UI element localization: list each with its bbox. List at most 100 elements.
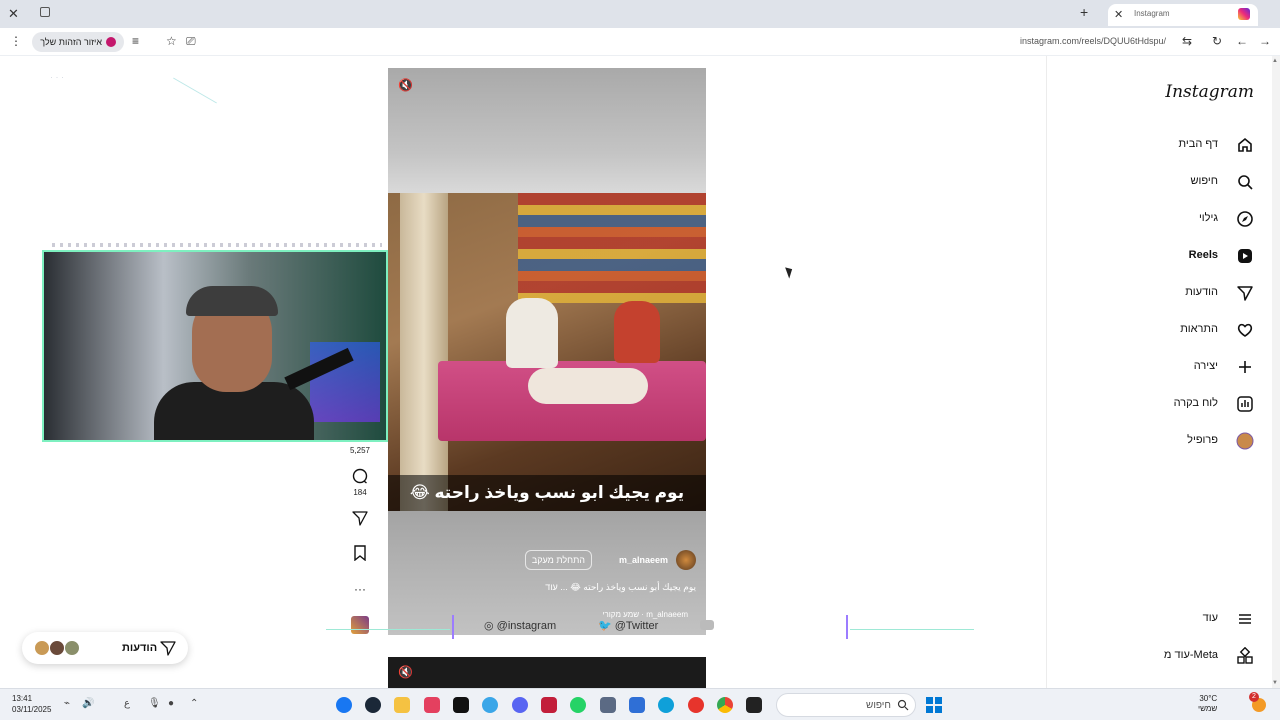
taskbar-search[interactable]: חיפוש <box>776 693 916 717</box>
sidebar-item-profile[interactable]: פרופיל <box>1062 428 1262 454</box>
hamburger-icon <box>1239 614 1251 624</box>
share-icon[interactable] <box>352 510 368 526</box>
stream-social-overlay: ◎ @instagram 🐦 @Twitter <box>452 615 848 639</box>
sidebar-item-notifications[interactable]: התראות <box>1062 317 1262 343</box>
cushion-stack <box>518 193 706 303</box>
chevron-up-icon[interactable]: ⌃ <box>190 698 198 709</box>
messages-chip[interactable]: הודעות <box>22 632 188 664</box>
close-window-icon[interactable]: ✕ <box>8 6 19 22</box>
sidebar-item-search[interactable]: חיפוש <box>1062 169 1262 195</box>
page-scrollbar[interactable]: ▲ ▼ <box>1272 56 1280 688</box>
comment-icon[interactable] <box>352 468 368 484</box>
tab-close-icon[interactable]: ✕ <box>1114 8 1123 21</box>
instagram-handle: ◎ @instagram <box>484 619 556 632</box>
sidebar-item-messages[interactable]: הודעות <box>1062 280 1262 306</box>
author-username[interactable]: m_alnaeem <box>619 555 668 565</box>
app-icon[interactable] <box>688 697 704 713</box>
webcam-overlay <box>42 250 388 442</box>
whatsapp-icon[interactable] <box>570 697 586 713</box>
mute-icon[interactable]: 🔇 <box>398 78 413 92</box>
new-tab-button[interactable]: + <box>1080 4 1088 20</box>
person-lying <box>528 368 648 404</box>
overlay-ghost-text: · · · <box>50 72 64 82</box>
reel-description[interactable]: يوم يجيك أبو نسب وياخذ راحته 😂 ... עוד <box>545 582 696 593</box>
twitter-handle: 🐦 @Twitter <box>598 619 658 632</box>
reel-video-frame: يوم يجيك ابو نسب وياخذ راحته 😂 <box>388 193 706 511</box>
tab-title: Instagram <box>1134 9 1170 18</box>
tray-app-icon[interactable]: ● <box>168 698 174 709</box>
search-icon <box>897 699 909 711</box>
store-icon[interactable] <box>629 697 645 713</box>
mute-icon[interactable]: 🔇 <box>398 665 413 679</box>
sidebar-item-dashboard[interactable]: לוח בקרה <box>1062 391 1262 417</box>
menu-kebab-icon[interactable]: ⋮ <box>10 34 22 48</box>
instagram-logo[interactable]: Instagram <box>1165 82 1254 102</box>
app-icon[interactable] <box>482 697 498 713</box>
audio-thumbnail[interactable] <box>351 616 369 634</box>
messages-icon <box>1237 286 1253 301</box>
instagram-sidebar: Instagram דף הבית חיפוש גילוי Reels הודע… <box>1046 56 1272 688</box>
active-tab[interactable]: ✕ Instagram <box>1108 4 1258 26</box>
author-avatar[interactable] <box>676 550 696 570</box>
acrobat-icon[interactable] <box>541 697 557 713</box>
identity-chip[interactable]: איזור הזהות שלך <box>32 32 124 52</box>
network-icon[interactable]: ⌁ <box>64 698 70 709</box>
edge-icon[interactable] <box>658 697 674 713</box>
address-bar[interactable]: instagram.com/reels/DQUU6tHdspu/ <box>1020 36 1166 46</box>
bookmark-star-icon[interactable]: ☆ <box>166 34 177 48</box>
instagram-handle-text: @instagram <box>496 620 557 632</box>
reload-icon[interactable]: ↻ <box>1212 34 1222 48</box>
sidebar-item-home[interactable]: דף הבית <box>1062 132 1262 158</box>
mic-icon[interactable]: 🎙 <box>148 698 161 709</box>
calculator-icon[interactable] <box>600 697 616 713</box>
dashboard-icon <box>1237 396 1253 412</box>
facebook-icon[interactable] <box>336 697 352 713</box>
tiktok-icon[interactable] <box>453 697 469 713</box>
window-menu-icon[interactable] <box>40 7 50 17</box>
sidebar-item-more[interactable]: עוד <box>1062 606 1262 632</box>
sidebar-item-label: יצירה <box>1193 360 1218 372</box>
forward-icon[interactable]: → <box>1259 34 1271 48</box>
back-icon[interactable]: ← <box>1236 34 1248 48</box>
volume-icon[interactable]: 🔊 <box>82 698 94 709</box>
language-icon[interactable]: ع <box>124 698 130 709</box>
follow-button[interactable]: התחלת מעקב <box>524 550 592 570</box>
instagram-favicon-icon <box>1238 8 1250 20</box>
file-explorer-icon[interactable] <box>394 697 410 713</box>
weather-widget[interactable]: 30°C שמשי <box>1198 694 1217 714</box>
sidebar-item-label: לוח בקרה <box>1173 397 1218 409</box>
clock-time: 13:41 <box>12 694 33 703</box>
windows-start-icon[interactable] <box>926 697 942 713</box>
person-seated <box>614 301 660 363</box>
overlay-dotted-line <box>52 243 382 247</box>
contact-avatar <box>64 640 80 656</box>
sidebar-item-meta[interactable]: עוד מ-Meta <box>1062 643 1262 669</box>
scroll-up-icon[interactable]: ▲ <box>1272 58 1278 64</box>
obs-icon[interactable] <box>746 697 762 713</box>
contact-avatar <box>49 640 65 656</box>
tiktok-alt-icon[interactable] <box>424 697 440 713</box>
steam-icon[interactable] <box>365 697 381 713</box>
tab-search-icon[interactable]: ≡ <box>132 34 139 48</box>
next-reel-video[interactable]: 🔇 <box>388 657 706 688</box>
bookmark-icon[interactable] <box>352 545 368 561</box>
sidebar-item-create[interactable]: יצירה <box>1062 354 1262 380</box>
discord-icon[interactable] <box>512 697 528 713</box>
comment-count: 184 <box>353 488 367 497</box>
plus-icon <box>1239 361 1251 373</box>
sidebar-item-reels[interactable]: Reels <box>1062 243 1262 269</box>
browser-toolbar: ⋮ איזור הזהות שלך ≡ ☆ ⎚ instagram.com/re… <box>0 28 1280 56</box>
more-options-icon[interactable]: ··· <box>348 582 372 596</box>
scroll-down-icon[interactable]: ▼ <box>1272 680 1278 686</box>
chrome-icon[interactable] <box>717 697 733 713</box>
screenshot-icon[interactable]: ⎚ <box>186 34 196 49</box>
clock[interactable]: 13:41 03/11/2025 <box>12 693 51 715</box>
home-icon <box>1238 137 1252 152</box>
sidebar-item-label: התראות <box>1180 323 1218 335</box>
weather-desc: שמשי <box>1198 704 1218 713</box>
sidebar-item-explore[interactable]: גילוי <box>1062 206 1262 232</box>
reel-video[interactable]: 🔇 يوم يجيك ابو نسب وياخذ راحته 😂 m_alnae… <box>388 68 706 635</box>
clock-date: 03/11/2025 <box>12 705 52 714</box>
site-settings-icon[interactable]: ⇆ <box>1182 34 1192 48</box>
twitter-handle-text: @Twitter <box>614 620 659 632</box>
